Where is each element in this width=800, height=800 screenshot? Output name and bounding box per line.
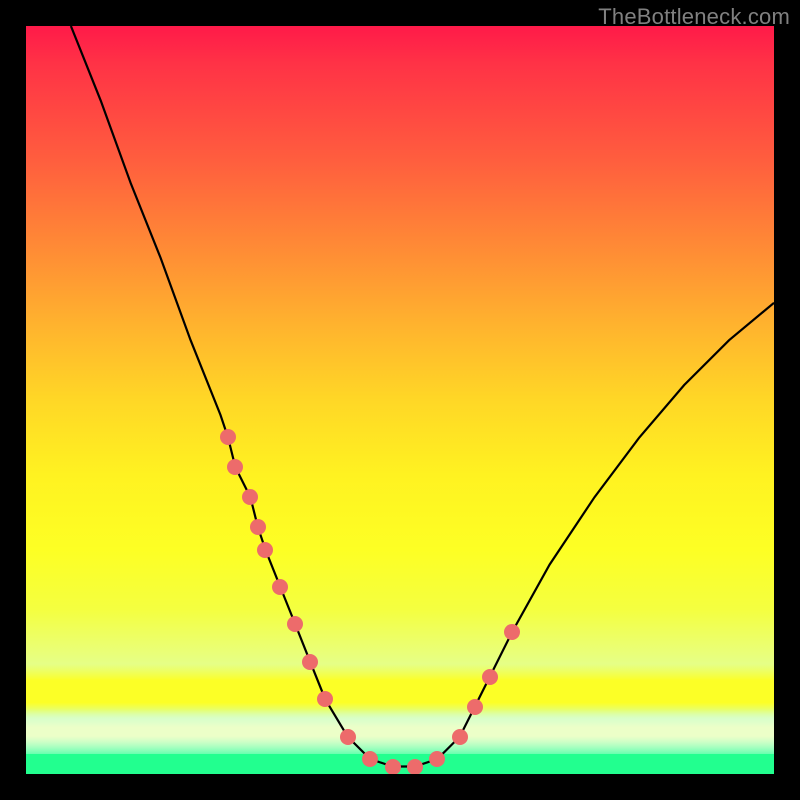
marker-dot bbox=[385, 759, 401, 774]
chart-frame bbox=[26, 26, 774, 774]
marker-dot bbox=[362, 751, 378, 767]
marker-dot bbox=[302, 654, 318, 670]
marker-dot bbox=[407, 759, 423, 774]
marker-dot bbox=[467, 699, 483, 715]
marker-dot bbox=[340, 729, 356, 745]
bottleneck-curve-path bbox=[71, 26, 774, 767]
marker-dot bbox=[452, 729, 468, 745]
watermark-text: TheBottleneck.com bbox=[598, 4, 790, 30]
bottleneck-curve-svg bbox=[26, 26, 774, 774]
marker-dot bbox=[504, 624, 520, 640]
marker-dot bbox=[482, 669, 498, 685]
marker-dot bbox=[250, 519, 266, 535]
marker-dot bbox=[257, 542, 273, 558]
